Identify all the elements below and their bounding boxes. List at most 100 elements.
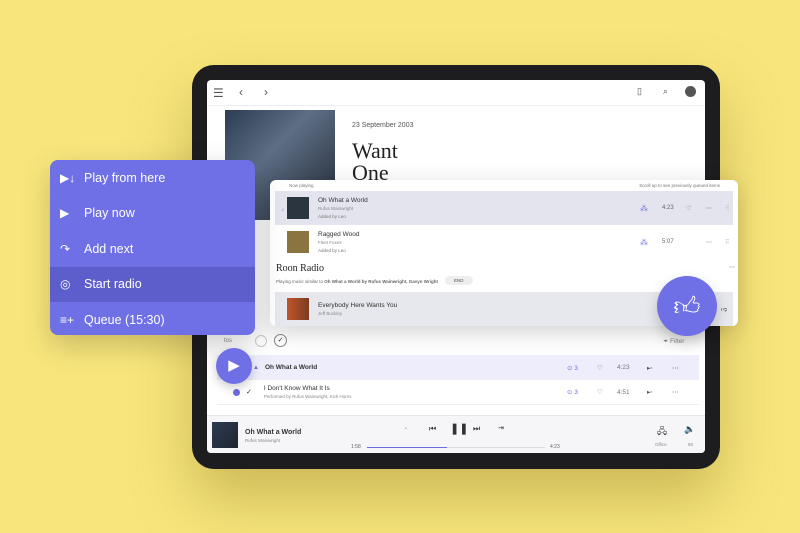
queue-item-art — [287, 231, 309, 253]
queue-item-added-by: Added by Leo — [318, 214, 346, 219]
queue-item-title: Oh What a World — [318, 197, 368, 204]
radio-title: Roon Radio — [276, 263, 325, 274]
drag-handle-icon[interactable]: ⠿ — [725, 205, 729, 212]
more-icon[interactable]: ⋯ — [672, 364, 679, 372]
player-bar: Oh What a World Rufus Wainwright • ⏮ ❚❚ … — [207, 415, 705, 453]
next-icon[interactable]: ⏭ — [473, 424, 480, 434]
queue-item[interactable]: ⌟ Oh What a World Rufus Wainwright Added… — [275, 191, 733, 225]
scroll-hint: Scroll up to see previously queued items — [639, 183, 720, 188]
thumbs-up-icon: 👍︎ — [673, 291, 701, 321]
heart-filter-icon[interactable] — [255, 335, 267, 347]
search-icon[interactable]: ⌕ — [663, 86, 668, 97]
total-time: 4:23 — [550, 444, 560, 450]
selected-dot-icon — [233, 388, 240, 396]
radio-description: Playing music similar to Oh What a World… — [276, 279, 438, 284]
album-date: 23 September 2003 — [352, 122, 414, 129]
menu-item-label: Start radio — [84, 277, 142, 292]
zone-icon[interactable]: 🖧 — [657, 424, 667, 440]
divider — [207, 105, 705, 106]
menu-icon[interactable]: ☰ — [213, 86, 224, 100]
radio-desc-seed: Oh What a World by Rufus Wainwright, Gav… — [324, 279, 438, 284]
play-next-icon[interactable]: ▸▫ — [647, 364, 653, 372]
seek-bar[interactable] — [367, 447, 545, 448]
menu-item-start-radio[interactable]: ◎ Start radio — [50, 266, 255, 302]
back-icon[interactable]: ‹ — [239, 85, 243, 99]
more-icon[interactable]: ⋯ — [706, 205, 712, 212]
track-plays: ⊙ 3 — [567, 389, 578, 396]
more-icon[interactable]: ⋯ — [672, 388, 679, 396]
queue-item-added-by: Added by Leo — [318, 248, 346, 253]
tracks-toolbar-label: tos — [224, 338, 233, 344]
track-duration: 4:51 — [617, 388, 630, 396]
queue-item-duration: 5:07 — [662, 239, 674, 245]
queue-item[interactable]: Ragged Wood Fleet Foxes Added by Leo ⁂ 5… — [275, 225, 733, 259]
queue-item-artist: Rufus Wainwright — [318, 206, 354, 211]
track-credit: Performed by Rufus Wainwright, Kick Horn… — [263, 394, 352, 399]
play-icon: ▶ — [228, 357, 240, 374]
play-button[interactable]: ▶ — [216, 348, 252, 384]
radio-source-icon: ⁂ — [640, 203, 648, 213]
menu-item-play-from-here[interactable]: ▶↓ Play from here — [50, 160, 255, 196]
radio-icon: ◎ — [60, 277, 71, 292]
shuffle-icon[interactable]: • — [405, 426, 407, 432]
filter-button[interactable]: ⏷ Filter — [663, 338, 684, 346]
previous-icon[interactable]: ⏮ — [429, 424, 436, 434]
track-row[interactable]: ✓ I Don't Know What It Is Performed by R… — [217, 380, 699, 405]
avatar[interactable] — [685, 86, 696, 97]
volume-level: 50 — [688, 442, 694, 447]
radio-item-art — [287, 298, 309, 320]
radio-item-title: Everybody Here Wants You — [318, 302, 398, 309]
menu-item-label: Play now — [84, 206, 135, 221]
radio-end-button[interactable]: END — [445, 276, 473, 285]
check-icon[interactable]: ✓ — [274, 334, 287, 347]
player-artist: Rufus Wainwright — [245, 438, 281, 443]
queue-icon: ≡+ — [60, 312, 75, 327]
thumbs-down-icon[interactable]: 👎︎ — [721, 305, 727, 313]
menu-item-play-now[interactable]: ▶ Play now — [50, 196, 255, 232]
thumbs-up-button[interactable]: 👍︎ — [657, 276, 717, 336]
filter-label: Filter — [670, 338, 685, 345]
player-title: Oh What a World — [245, 429, 302, 436]
seek-fill — [367, 447, 448, 448]
radio-desc-prefix: Playing music similar to — [276, 279, 324, 284]
heart-icon[interactable]: ♡ — [597, 364, 603, 372]
elapsed-time: 1:58 — [351, 444, 361, 450]
drag-handle-icon[interactable]: ⠿ — [725, 239, 729, 246]
now-playing-label: Now playing — [289, 183, 314, 188]
now-playing-art — [212, 422, 238, 448]
play-next-icon[interactable]: ▸▫ — [647, 388, 653, 396]
menu-item-add-next[interactable]: ↷ Add next — [50, 231, 255, 267]
more-icon[interactable]: ⋯ — [706, 239, 712, 246]
menu-item-label: Add next — [84, 241, 134, 256]
track-row[interactable]: ▲ Oh What a World ⊙ 3 ♡ 4:23 ▸▫ ⋯ — [217, 355, 699, 380]
track-title: I Don't Know What It Is — [263, 385, 330, 392]
track-count: 3 — [574, 364, 578, 372]
heart-icon[interactable]: ♡ — [597, 388, 603, 396]
forward-icon[interactable]: › — [264, 85, 268, 99]
queue-item-duration: 4:23 — [662, 205, 674, 211]
now-playing-icon: ⌟ — [281, 205, 284, 212]
heart-icon[interactable]: ♡ — [686, 205, 691, 212]
radio-item-artist: Jeff Buckley — [318, 311, 343, 316]
zone-name: Office — [655, 442, 667, 447]
album-title: Want One — [352, 138, 398, 185]
queue-item-title: Ragged Wood — [318, 231, 360, 238]
track-title: Oh What a World — [264, 364, 318, 371]
volume-icon[interactable]: 🔈 — [684, 424, 695, 435]
check-icon: ✓ — [246, 389, 252, 396]
context-menu: ▶↓ Play from here ▶ Play now ↷ Add next ◎ St… — [50, 160, 255, 335]
track-plays: ⊙ 3 — [567, 364, 578, 372]
pause-icon[interactable]: ❚❚ — [450, 422, 468, 435]
queue-item-art — [287, 197, 309, 219]
play-icon: ▶ — [60, 206, 70, 221]
play-from-here-icon: ▶↓ — [60, 170, 76, 185]
queue-icon[interactable]: ⇥ — [498, 424, 504, 432]
radio-source-icon: ⁂ — [640, 237, 648, 247]
radio-more-icon[interactable]: ⋯ — [729, 264, 735, 271]
track-duration: 4:23 — [617, 364, 630, 371]
menu-item-queue[interactable]: ≡+ Queue (15:30) — [50, 302, 255, 335]
bookmark-icon[interactable]: ▯ — [637, 86, 642, 97]
playing-icon: ▲ — [253, 364, 259, 371]
track-count: 3 — [574, 389, 578, 396]
menu-item-label: Queue (15:30) — [84, 312, 165, 327]
